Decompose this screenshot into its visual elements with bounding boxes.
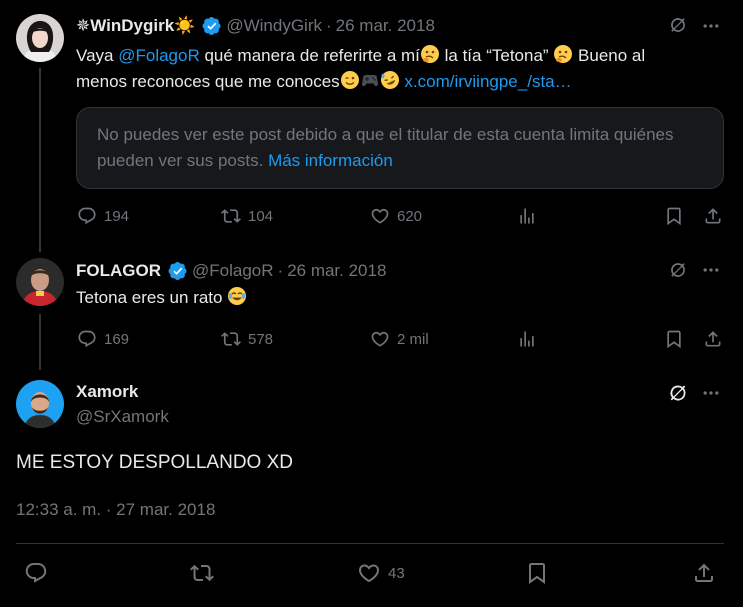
repost-icon <box>190 561 214 585</box>
like-count: 620 <box>397 207 423 225</box>
more-info-link[interactable]: Más información <box>268 151 393 170</box>
thinking-face-icon <box>420 45 439 63</box>
separator: · <box>277 261 284 280</box>
tears-of-joy-icon <box>228 287 247 305</box>
bookmark-icon <box>664 329 684 349</box>
grok-icon[interactable] <box>666 381 690 410</box>
share-button[interactable] <box>703 206 723 226</box>
thinking-face-icon <box>554 45 573 63</box>
user-handle[interactable]: @WindyGirk <box>226 16 322 36</box>
bookmark-icon <box>664 206 684 226</box>
separator: · <box>325 16 332 35</box>
verified-badge-icon <box>168 261 188 281</box>
display-name[interactable]: Xamork <box>76 382 138 402</box>
reply-icon <box>77 329 97 349</box>
tweet-text: Tetona eres un rato <box>76 285 726 311</box>
reply-count: 169 <box>104 330 130 348</box>
repost-count: 578 <box>248 330 274 348</box>
text-segment: Bueno al <box>573 46 646 65</box>
reply-button[interactable]: 194 <box>77 206 129 226</box>
verified-badge-icon <box>202 16 222 36</box>
share-button[interactable] <box>703 329 723 349</box>
display-name[interactable]: ✵WinDygirk☀️ <box>76 16 195 36</box>
tweet-link[interactable]: x.com/irviingpe_/sta… <box>404 72 571 91</box>
game-controller-icon <box>361 75 378 86</box>
text-segment: Tetona eres un rato <box>76 288 223 307</box>
grok-icon[interactable] <box>667 14 689 41</box>
bookmark-button[interactable] <box>525 561 549 585</box>
like-count: 43 <box>388 564 405 582</box>
share-button[interactable] <box>692 561 716 585</box>
like-button[interactable]: 2 mil <box>370 329 429 349</box>
tweet-header: ✵WinDygirk☀️ @WindyGirk · 26 mar. 2018 <box>76 15 439 37</box>
views-icon <box>517 206 537 226</box>
views-icon <box>517 329 537 349</box>
bookmark-button[interactable] <box>664 206 684 226</box>
views-button[interactable] <box>517 206 537 226</box>
text-segment: la tía “Tetona” <box>439 46 554 65</box>
grok-icon[interactable] <box>667 259 689 286</box>
tweet-date[interactable]: 26 mar. 2018 <box>287 261 386 281</box>
like-icon <box>370 206 390 226</box>
main-tweet-text: ME ESTOY DESPOLLANDO XD <box>16 452 293 473</box>
share-icon <box>703 329 723 349</box>
thread-line <box>39 68 41 252</box>
bookmark-button[interactable] <box>664 329 684 349</box>
user-handle[interactable]: @SrXamork <box>76 407 169 427</box>
mention-link[interactable]: @FolagoR <box>118 46 200 65</box>
thread-line <box>39 314 41 370</box>
reply-count: 194 <box>104 207 130 225</box>
repost-button[interactable]: 578 <box>221 329 273 349</box>
views-button[interactable] <box>517 329 537 349</box>
repost-count: 104 <box>248 207 274 225</box>
tweet-text: Vaya @FolagoR qué manera de referirte a … <box>76 43 726 95</box>
repost-button[interactable]: 104 <box>221 206 273 226</box>
repost-button[interactable] <box>190 561 214 585</box>
like-button[interactable]: 620 <box>370 206 422 226</box>
tweet-date[interactable]: 26 mar. 2018 <box>336 16 435 36</box>
repost-icon <box>221 206 241 226</box>
share-icon <box>692 561 716 585</box>
restricted-post-notice: No puedes ver este post debido a que el … <box>76 107 724 189</box>
bookmark-icon <box>525 561 549 585</box>
display-name[interactable]: FOLAGOR <box>76 261 161 281</box>
text-segment: menos reconoces que me conoces <box>76 72 340 91</box>
more-icon[interactable] <box>701 260 721 285</box>
more-icon[interactable] <box>701 383 721 408</box>
tweet-timestamp[interactable]: 12:33 a. m. · 27 mar. 2018 <box>16 500 215 520</box>
like-button[interactable]: 43 <box>357 561 405 585</box>
reply-button[interactable] <box>24 561 48 585</box>
avatar[interactable] <box>16 258 64 306</box>
reply-button[interactable]: 169 <box>77 329 129 349</box>
repost-icon <box>221 329 241 349</box>
avatar[interactable] <box>16 380 64 428</box>
divider <box>16 543 724 544</box>
like-icon <box>370 329 390 349</box>
user-handle[interactable]: @FolagoR <box>192 261 274 281</box>
winking-face-icon <box>340 71 359 89</box>
reply-icon <box>24 561 48 585</box>
text-segment: qué manera de referirte a mí <box>199 46 420 65</box>
like-icon <box>357 561 381 585</box>
avatar[interactable] <box>16 14 64 62</box>
rofl-face-icon <box>380 71 399 89</box>
like-count: 2 mil <box>397 330 429 348</box>
text-segment: Vaya <box>76 46 119 65</box>
share-icon <box>703 206 723 226</box>
more-icon[interactable] <box>701 16 721 41</box>
reply-icon <box>77 206 97 226</box>
tweet-header: FOLAGOR @FolagoR · 26 mar. 2018 <box>76 260 390 282</box>
